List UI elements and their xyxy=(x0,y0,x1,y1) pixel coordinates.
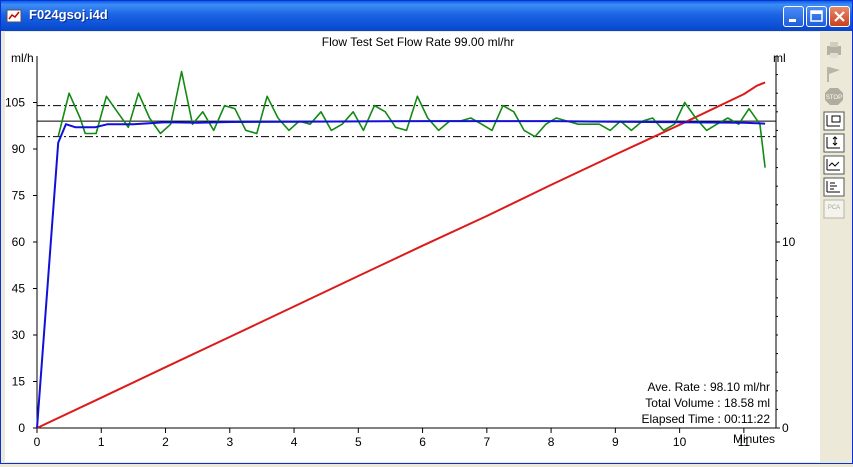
x-tick-label: 9 xyxy=(612,435,619,449)
close-icon xyxy=(834,11,845,22)
chart-panel[interactable]: Flow Test Set Flow Rate 99.00 ml/hr ml/h… xyxy=(5,32,820,462)
x-tick-label: 3 xyxy=(226,435,233,449)
y-left-tick-label: 0 xyxy=(18,421,25,435)
chart-settings-button[interactable] xyxy=(823,155,845,175)
minimize-icon xyxy=(789,19,796,22)
x-tick-label: 1 xyxy=(98,435,105,449)
stat-line: Total Volume : 18.58 ml xyxy=(645,396,770,410)
zoom-window-button[interactable] xyxy=(823,111,845,131)
y-left-tick-label: 30 xyxy=(12,328,26,342)
y-right-tick-label: 10 xyxy=(782,235,796,249)
stop-button[interactable]: STOP xyxy=(823,86,845,106)
print-icon xyxy=(827,42,841,58)
side-toolbar: STOP PCA xyxy=(820,32,850,462)
flag-button[interactable] xyxy=(823,64,845,84)
maximize-icon xyxy=(810,10,823,22)
y-left-tick-label: 60 xyxy=(12,235,26,249)
x-tick-label: 7 xyxy=(483,435,490,449)
instant-rate-line xyxy=(57,70,766,168)
flag-icon xyxy=(827,67,840,82)
x-tick-label: 6 xyxy=(419,435,426,449)
volume-line xyxy=(36,81,766,429)
chart-title: Flow Test Set Flow Rate 99.00 ml/hr xyxy=(322,35,515,49)
y-right-axis-label: ml xyxy=(773,51,786,65)
list-options-icon xyxy=(823,177,845,197)
zoom-window-icon xyxy=(823,111,845,131)
pca-button[interactable]: PCA xyxy=(823,199,845,219)
chart-document-icon xyxy=(6,9,22,23)
stat-line: Elapsed Time : 00:11:22 xyxy=(641,412,770,426)
y-right-tick-label: 0 xyxy=(782,421,789,435)
x-tick-label: 2 xyxy=(162,435,169,449)
list-options-button[interactable] xyxy=(823,177,845,197)
chart-settings-icon xyxy=(823,155,845,175)
application-window: F024gsoj.i4d Flow Test Set Flow Rate 99.… xyxy=(0,0,853,464)
y-left-tick-label: 45 xyxy=(12,282,26,296)
minimize-button[interactable] xyxy=(783,6,804,27)
maximize-button[interactable] xyxy=(806,6,827,27)
y-left-tick-label: 75 xyxy=(12,189,26,203)
close-button[interactable] xyxy=(829,6,850,27)
stat-line: Ave. Rate : 98.10 ml/hr xyxy=(647,380,770,394)
window-title: F024gsoj.i4d xyxy=(29,7,108,22)
title-bar[interactable]: F024gsoj.i4d xyxy=(1,1,852,31)
y-left-tick-label: 90 xyxy=(12,142,26,156)
y-left-axis-label: ml/h xyxy=(11,51,34,65)
pca-icon: PCA xyxy=(823,199,845,219)
stop-icon: STOP xyxy=(825,88,843,105)
x-tick-label: 4 xyxy=(291,435,298,449)
x-tick-label: 10 xyxy=(673,435,687,449)
y-left-tick-label: 15 xyxy=(12,375,26,389)
flow-chart: Flow Test Set Flow Rate 99.00 ml/hr ml/h… xyxy=(5,35,796,449)
pca-label: PCA xyxy=(828,205,840,211)
chart-series xyxy=(36,70,766,429)
print-button[interactable] xyxy=(823,40,845,60)
stats-panel: Ave. Rate : 98.10 ml/hr Total Volume : 18… xyxy=(641,380,770,426)
x-tick-label: 11 xyxy=(738,435,751,449)
scale-axis-icon xyxy=(823,133,845,153)
x-tick-label: 5 xyxy=(355,435,362,449)
stop-label: STOP xyxy=(826,95,842,101)
scale-axis-button[interactable] xyxy=(823,133,845,153)
x-tick-label: 0 xyxy=(34,435,41,449)
x-tick-label: 8 xyxy=(548,435,555,449)
y-left-tick-label: 105 xyxy=(5,96,25,110)
